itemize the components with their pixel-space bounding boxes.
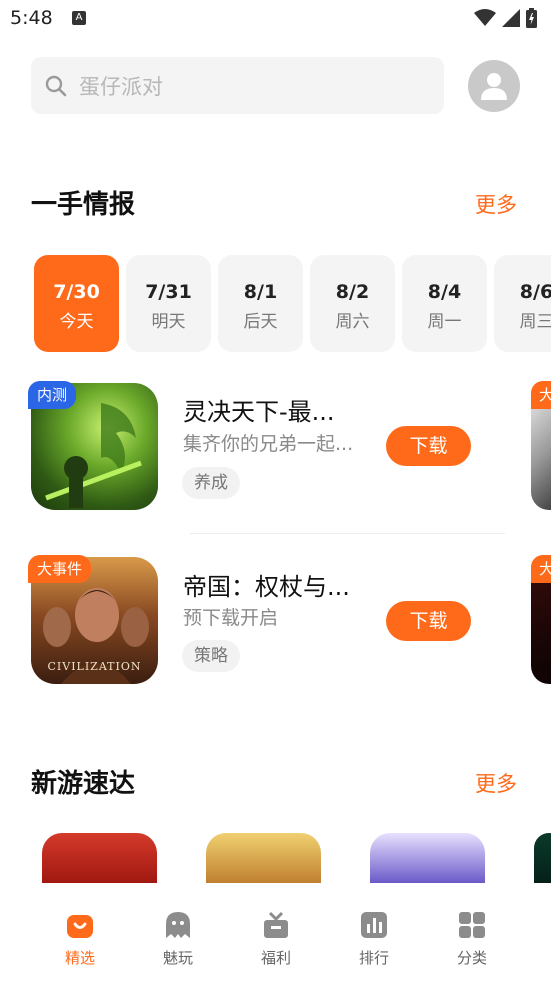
featured-icon (67, 915, 93, 938)
date-chip[interactable]: 8/6 周三 (494, 255, 551, 352)
game-tag: 策略 (182, 640, 240, 672)
grid-icon (459, 912, 485, 938)
weekday-label: 后天 (243, 312, 278, 332)
weekday-label: 今天 (59, 312, 94, 332)
nav-featured[interactable]: 精选 (50, 911, 110, 968)
search-placeholder: 蛋仔派对 (79, 74, 163, 99)
date-label: 8/4 (427, 281, 462, 303)
weekday-label: 周一 (427, 312, 462, 332)
notification-icon: A (72, 11, 86, 25)
search-icon (45, 75, 67, 96)
date-label: 7/31 (145, 281, 192, 303)
game-name[interactable]: 灵决天下-最... (183, 392, 335, 427)
game-name[interactable]: 帝国：权杖与... (183, 567, 350, 602)
date-chip[interactable]: 8/1 后天 (218, 255, 303, 352)
game-tag: 养成 (182, 467, 240, 499)
next-game-badge: 大 (531, 381, 551, 409)
signal-icon (502, 9, 520, 27)
status-icons (474, 8, 537, 28)
new-games-more-link[interactable]: 更多 (475, 768, 517, 798)
nav-label: 分类 (456, 949, 487, 967)
nav-play[interactable]: 魅玩 (148, 911, 208, 968)
gift-icon (264, 911, 288, 938)
game-logo-text: CIVILIZATION (47, 660, 142, 673)
date-chip[interactable]: 8/4 周一 (402, 255, 487, 352)
date-chip[interactable]: 8/2 周六 (310, 255, 395, 352)
game-badge: 内测 (28, 381, 77, 409)
nav-label: 精选 (64, 949, 95, 967)
date-label: 8/1 (243, 281, 278, 303)
nav-categories[interactable]: 分类 (442, 911, 502, 968)
date-label: 7/30 (53, 281, 100, 303)
news-more-link[interactable]: 更多 (475, 189, 517, 219)
wifi-icon (474, 9, 496, 26)
date-label: 8/2 (335, 281, 370, 303)
new-games-section-title: 新游速达 (31, 769, 136, 799)
divider (190, 533, 505, 534)
bottom-nav: 精选 魅玩 福利 排行 分类 (0, 883, 551, 981)
game-description: 集齐你的兄弟一起... (183, 433, 354, 455)
status-bar: 5:48 A (0, 0, 551, 38)
date-chip[interactable]: 7/31 明天 (126, 255, 211, 352)
news-section-title: 一手情报 (31, 190, 136, 220)
weekday-label: 周六 (335, 312, 370, 332)
nav-label: 魅玩 (162, 949, 193, 967)
download-button[interactable]: 下载 (386, 426, 471, 466)
game-badge: 大事件 (28, 555, 92, 583)
weekday-label: 周三 (519, 312, 551, 332)
search-input[interactable]: 蛋仔派对 (31, 57, 444, 114)
nav-label: 福利 (260, 949, 291, 967)
new-game-thumbnail[interactable] (206, 833, 321, 883)
new-game-thumbnail[interactable] (42, 833, 157, 883)
nav-ranking[interactable]: 排行 (344, 911, 404, 968)
chart-icon (361, 912, 387, 938)
weekday-label: 明天 (151, 312, 186, 332)
date-chip[interactable]: 7/30 今天 (34, 255, 119, 352)
new-game-thumbnail[interactable] (534, 833, 551, 883)
date-tabs: 7/30 今天 7/31 明天 8/1 后天 8/2 周六 8/4 周一 8/6… (34, 255, 551, 352)
game-description: 预下载开启 (183, 607, 279, 629)
next-game-badge: 大 (531, 555, 551, 583)
download-button[interactable]: 下载 (386, 601, 471, 641)
battery-icon (526, 8, 537, 28)
new-game-thumbnail[interactable] (370, 833, 485, 883)
date-label: 8/6 (519, 281, 551, 303)
nav-label: 排行 (358, 949, 389, 967)
nav-benefits[interactable]: 福利 (246, 911, 306, 968)
avatar[interactable] (468, 60, 520, 112)
status-time: 5:48 (10, 7, 53, 29)
ghost-icon (166, 912, 190, 938)
user-icon (481, 73, 507, 100)
